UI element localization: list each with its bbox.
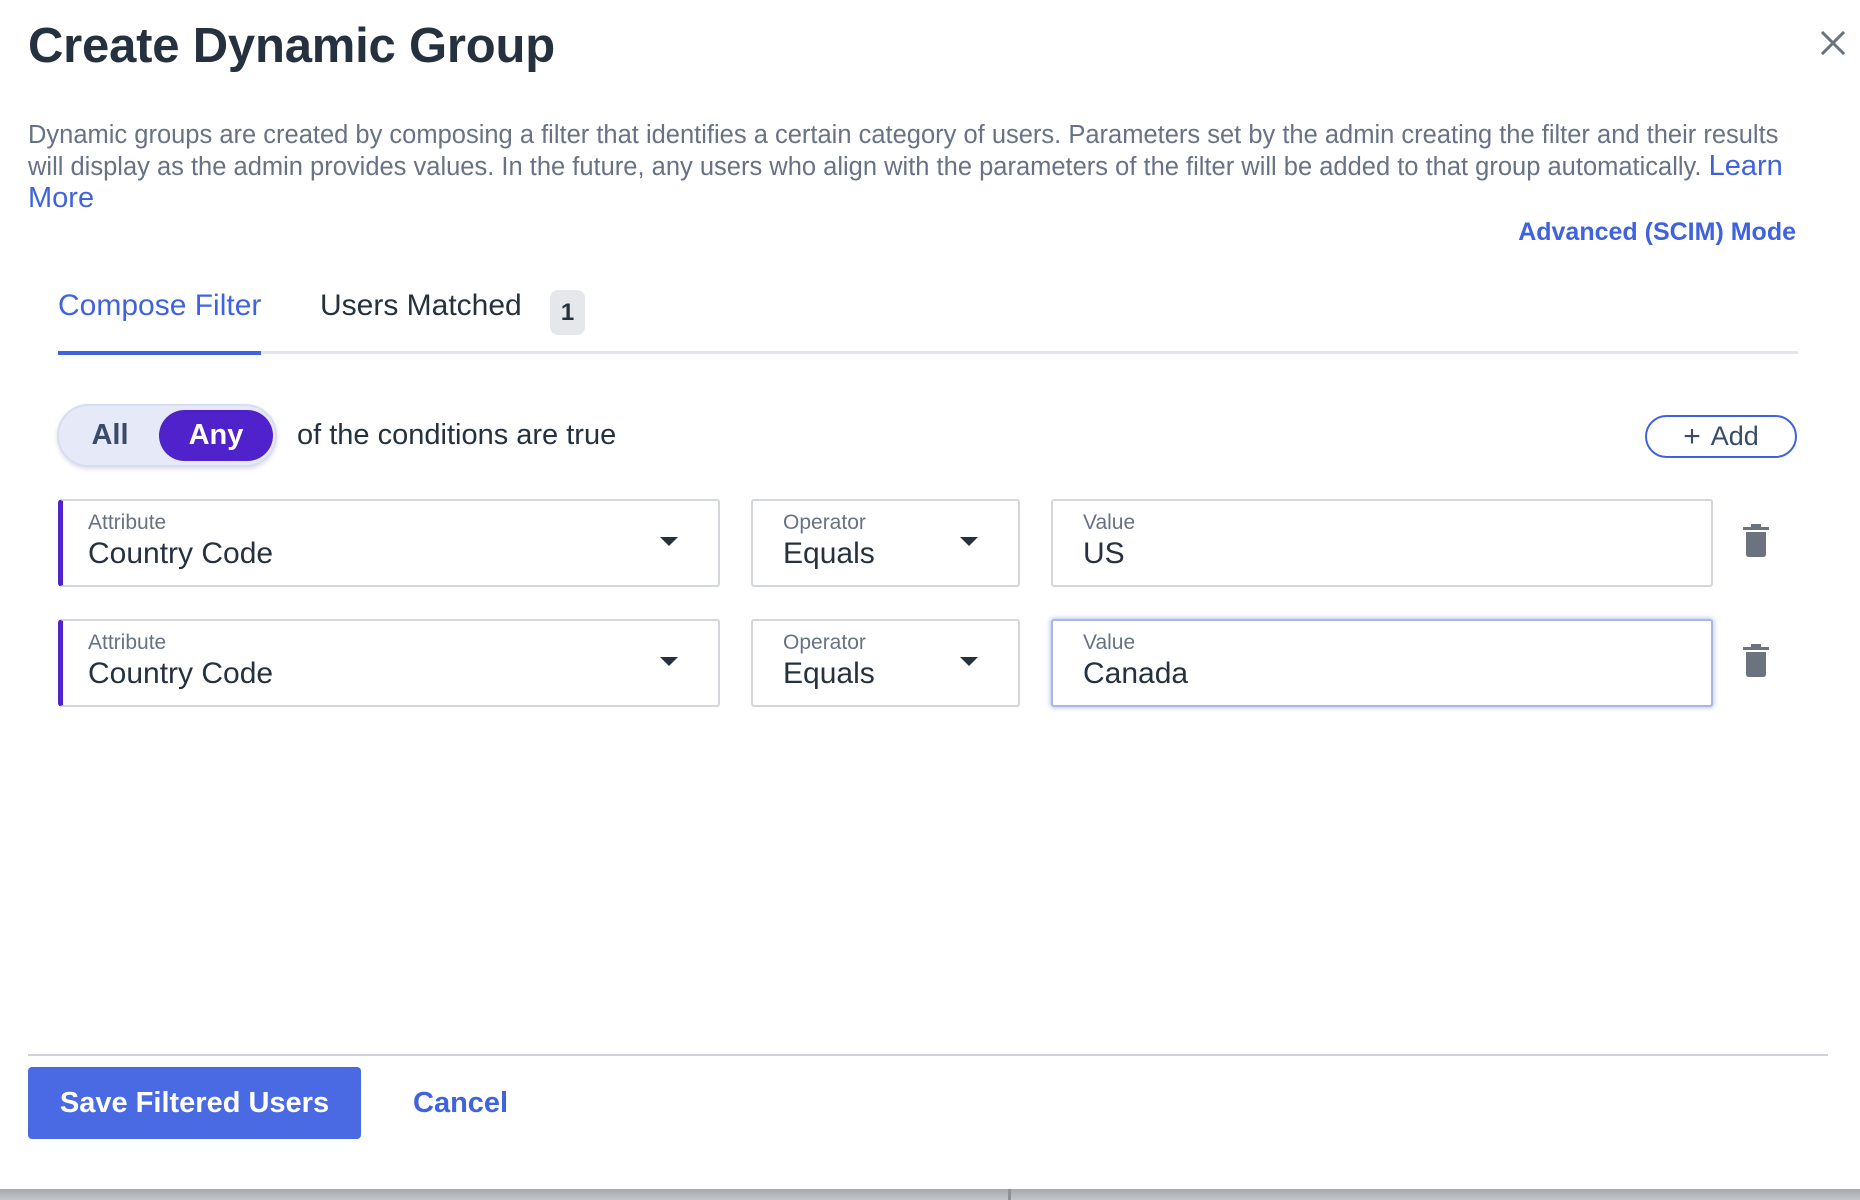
delete-condition-button[interactable] [1742, 644, 1770, 678]
attribute-label: Attribute [88, 511, 167, 534]
value-input[interactable]: Value US [1051, 499, 1713, 587]
dialog-description: Dynamic groups are created by composing … [28, 120, 1818, 215]
operator-select[interactable]: Operator Equals [751, 499, 1020, 587]
chevron-down-icon [960, 537, 978, 546]
conditions-label: of the conditions are true [297, 419, 617, 451]
attribute-select[interactable]: Attribute Country Code [58, 619, 720, 707]
trash-icon [1743, 524, 1769, 557]
close-icon [1820, 30, 1846, 56]
users-matched-count-badge: 1 [550, 290, 585, 335]
add-label: Add [1710, 421, 1759, 451]
description-text: Dynamic groups are created by composing … [28, 121, 1779, 181]
operator-label: Operator [783, 511, 866, 534]
value-label: Value [1083, 631, 1136, 654]
background-divider [1008, 1189, 1011, 1200]
match-any-option[interactable]: Any [159, 410, 273, 461]
match-all-option[interactable]: All [65, 410, 155, 461]
tab-compose-filter[interactable]: Compose Filter [58, 289, 262, 355]
attribute-label: Attribute [88, 631, 167, 654]
chevron-down-icon [960, 657, 978, 666]
operator-value: Equals [783, 537, 875, 570]
tab-bar: Compose Filter Users Matched 1 [58, 280, 1798, 355]
operator-select[interactable]: Operator Equals [751, 619, 1020, 707]
delete-condition-button[interactable] [1742, 524, 1770, 558]
create-dynamic-group-dialog: Create Dynamic Group Dynamic groups are … [0, 0, 1860, 1189]
attribute-value: Country Code [88, 657, 274, 690]
chevron-down-icon [660, 537, 678, 546]
match-mode-toggle: All Any [57, 404, 277, 467]
advanced-scim-mode-link[interactable]: Advanced (SCIM) Mode [1518, 218, 1796, 247]
cancel-button[interactable]: Cancel [413, 1087, 508, 1120]
add-condition-button[interactable]: + Add [1645, 415, 1797, 458]
footer-divider [28, 1054, 1828, 1056]
trash-icon [1743, 644, 1769, 677]
value-label: Value [1083, 511, 1136, 534]
value-text[interactable]: Canada [1083, 657, 1188, 691]
close-button[interactable] [1818, 28, 1848, 58]
save-filtered-users-button[interactable]: Save Filtered Users [28, 1067, 361, 1139]
operator-label: Operator [783, 631, 866, 654]
chevron-down-icon [660, 657, 678, 666]
dialog-title: Create Dynamic Group [28, 19, 555, 73]
operator-value: Equals [783, 657, 875, 690]
plus-icon: + [1683, 419, 1701, 453]
background-strip [0, 1189, 1860, 1200]
value-input[interactable]: Value Canada [1051, 619, 1713, 707]
attribute-value: Country Code [88, 537, 274, 570]
attribute-select[interactable]: Attribute Country Code [58, 499, 720, 587]
tab-users-matched[interactable]: Users Matched [320, 289, 522, 323]
value-text[interactable]: US [1083, 537, 1125, 571]
